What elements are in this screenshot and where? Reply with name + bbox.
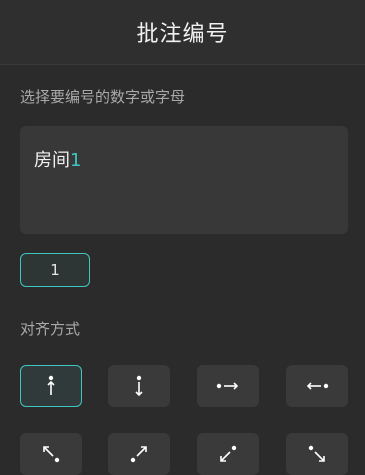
number-chip[interactable]: 1 bbox=[20, 253, 90, 287]
align-option-up-right[interactable] bbox=[108, 433, 170, 475]
arrow-down-left-icon bbox=[220, 445, 237, 462]
arrow-right-icon bbox=[216, 382, 239, 390]
annotation-text-number: 1 bbox=[70, 150, 82, 171]
align-option-down[interactable] bbox=[108, 365, 170, 407]
annotation-text-input[interactable]: 房间1 bbox=[20, 126, 348, 234]
arrow-down-right-icon bbox=[308, 445, 325, 462]
arrow-left-icon bbox=[306, 382, 329, 390]
arrow-up-left-icon bbox=[43, 446, 60, 463]
align-option-up[interactable] bbox=[20, 365, 82, 407]
align-option-up-left[interactable] bbox=[20, 433, 82, 475]
hint-label: 选择要编号的数字或字母 bbox=[20, 88, 186, 106]
align-option-left[interactable] bbox=[286, 365, 348, 407]
annotation-text-label: 房间 bbox=[34, 150, 70, 171]
alignment-label: 对齐方式 bbox=[20, 320, 81, 338]
align-option-down-right[interactable] bbox=[286, 433, 348, 475]
align-option-right[interactable] bbox=[197, 365, 259, 407]
align-option-down-left[interactable] bbox=[197, 433, 259, 475]
annotation-text-content: 房间1 bbox=[34, 146, 81, 172]
dialog-title: 批注编号 bbox=[136, 22, 229, 47]
arrow-down-icon bbox=[135, 375, 143, 397]
arrow-up-right-icon bbox=[130, 446, 147, 463]
number-chip-label: 1 bbox=[50, 261, 60, 279]
arrow-up-icon bbox=[47, 375, 55, 395]
dialog-header: 批注编号 bbox=[0, 0, 365, 65]
